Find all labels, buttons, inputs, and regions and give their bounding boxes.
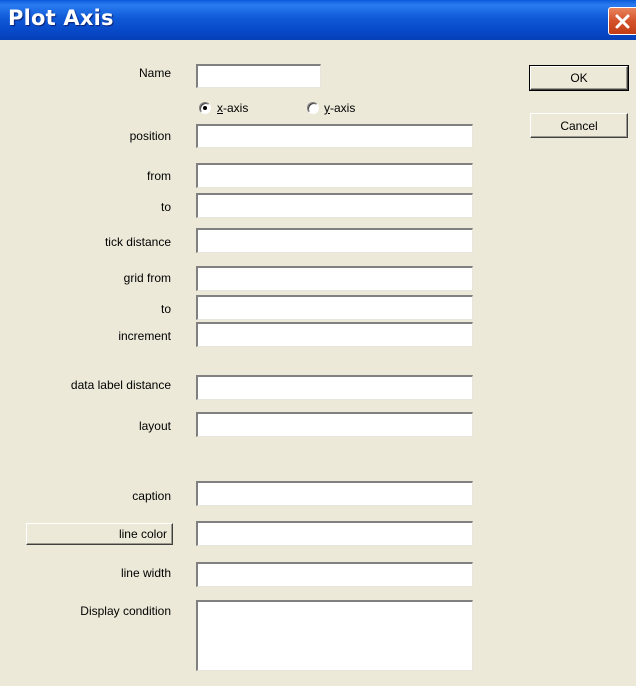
grid-to-label: to	[160, 302, 171, 316]
from-label: from	[147, 169, 171, 183]
display-condition-label: Display condition	[80, 604, 171, 618]
position-label: position	[129, 129, 171, 143]
y-axis-radio-label[interactable]: y-axis	[324, 101, 355, 115]
layout-input[interactable]	[196, 412, 473, 437]
increment-input[interactable]	[196, 322, 473, 347]
tick-distance-label: tick distance	[104, 235, 171, 249]
x-axis-radio-label[interactable]: x-axis	[217, 101, 248, 115]
position-input[interactable]	[196, 124, 473, 148]
x-axis-radio[interactable]	[199, 102, 211, 114]
cancel-button[interactable]: Cancel	[530, 113, 628, 138]
layout-label: layout	[138, 419, 171, 433]
close-button[interactable]	[608, 7, 636, 35]
to-label: to	[160, 200, 171, 214]
line-color-input[interactable]	[196, 521, 473, 546]
increment-label: increment	[118, 329, 171, 343]
grid-from-label: grid from	[123, 271, 171, 285]
line-width-input[interactable]	[196, 562, 473, 587]
to-input[interactable]	[196, 193, 473, 218]
data-label-distance-input[interactable]	[196, 375, 473, 400]
title-bar[interactable]: Plot Axis	[0, 0, 636, 40]
y-axis-radio[interactable]	[307, 102, 319, 114]
name-input[interactable]	[196, 64, 321, 88]
line-color-button[interactable]: line color	[26, 523, 173, 545]
name-label: Name	[138, 66, 171, 80]
display-condition-textarea[interactable]	[196, 600, 473, 671]
dialog-body: Name x-axis y-axis position from to tick…	[0, 40, 636, 686]
close-icon	[615, 14, 630, 29]
window-title: Plot Axis	[8, 6, 114, 30]
line-width-label: line width	[120, 566, 171, 580]
ok-button[interactable]: OK	[529, 65, 629, 91]
plot-axis-dialog: Plot Axis Name x-axis y-axis position fr…	[0, 0, 636, 686]
caption-label: caption	[132, 489, 171, 503]
grid-from-input[interactable]	[196, 266, 473, 291]
from-input[interactable]	[196, 163, 473, 188]
data-label-distance-label: data label distance	[70, 378, 171, 392]
caption-input[interactable]	[196, 481, 473, 506]
tick-distance-input[interactable]	[196, 228, 473, 253]
grid-to-input[interactable]	[196, 295, 473, 320]
